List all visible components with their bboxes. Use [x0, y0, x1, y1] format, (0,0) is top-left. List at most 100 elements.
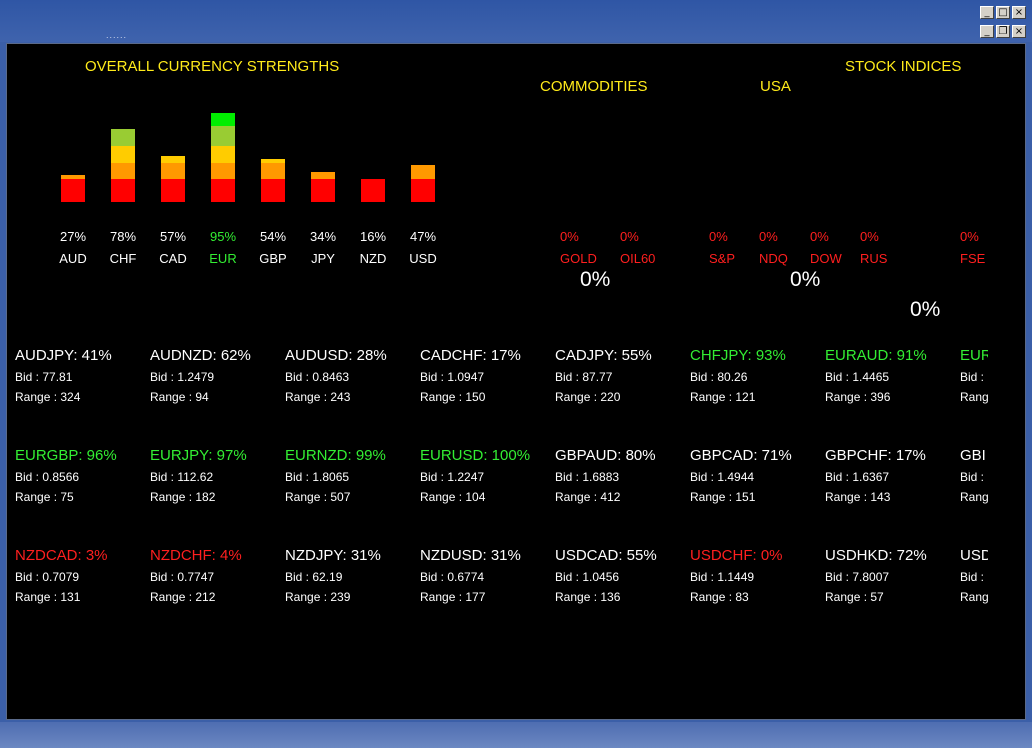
pair-card[interactable]: NZDUSD: 31% Bid : 0.6774 Range : 177	[420, 547, 550, 607]
pair-range: Range : 75	[15, 490, 74, 504]
pair-bid: Bid : 1.1449	[690, 570, 755, 584]
pair-card[interactable]: NZDCHF: 4% Bid : 0.7747 Range : 212	[150, 547, 280, 607]
pair-card[interactable]: GBPCAD: 71% Bid : 1.4944 Range : 151	[690, 447, 820, 507]
pair-range: Range : 83	[690, 590, 749, 604]
usa-header: USA	[760, 78, 791, 95]
pair-name: GBPAUD: 80%	[555, 447, 656, 464]
pair-range: Rang	[960, 390, 988, 404]
pair-name: NZDUSD: 31%	[420, 547, 521, 564]
pair-name: NZDCAD: 3%	[15, 547, 108, 564]
pair-card[interactable]: EURUSD: 100% Bid : 1.2247 Range : 104	[420, 447, 550, 507]
pair-card[interactable]: EURAUD: 91% Bid : 1.4465 Range : 396	[825, 347, 955, 407]
index-name-0[interactable]: GOLD	[560, 251, 597, 266]
pair-range: Range : 121	[690, 390, 756, 404]
bar-segment	[61, 175, 85, 179]
pair-range: Range : 243	[285, 390, 351, 404]
commodities-header: COMMODITIES	[540, 78, 648, 95]
pair-bid: Bid : 7.8007	[825, 570, 890, 584]
pair-bid: Bid : 87.77	[555, 370, 613, 384]
index-name-2[interactable]: S&P	[709, 251, 735, 266]
pct-eur: 95%	[209, 229, 237, 244]
pair-range: Range : 94	[150, 390, 209, 404]
pair-card[interactable]: EURNZD: 99% Bid : 1.8065 Range : 507	[285, 447, 415, 507]
bar-segment	[411, 173, 435, 179]
pair-name: USDHKD: 72%	[825, 547, 927, 564]
currency-usd: USD	[409, 251, 437, 266]
child-minimize-button[interactable]: _	[980, 25, 994, 38]
strengths-header: OVERALL CURRENCY STRENGTHS	[85, 58, 340, 75]
usa-total: 0%	[790, 268, 821, 291]
pair-card[interactable]: USD Bid : Rang	[960, 547, 988, 607]
pair-bid: Bid : 0.8566	[15, 470, 80, 484]
pair-bid: Bid :	[960, 570, 985, 584]
close-button[interactable]: ×	[1012, 6, 1026, 19]
index-name-6[interactable]: FSE	[960, 251, 985, 266]
bar-segment	[311, 173, 335, 179]
pair-card[interactable]: EUR Bid : Rang	[960, 347, 988, 407]
pair-name: GBPCAD: 71%	[690, 447, 792, 464]
pair-bid: Bid : 62.19	[285, 570, 343, 584]
pair-range: Range : 57	[825, 590, 884, 604]
pair-card[interactable]: EURGBP: 96% Bid : 0.8566 Range : 75	[15, 447, 145, 507]
pair-card[interactable]: NZDJPY: 31% Bid : 62.19 Range : 239	[285, 547, 415, 607]
pct-gbp: 54%	[259, 229, 287, 244]
pct-usd: 47%	[409, 229, 437, 244]
pair-card[interactable]: AUDJPY: 41% Bid : 77.81 Range : 324	[15, 347, 145, 407]
bar-segment	[111, 163, 135, 173]
pair-card[interactable]: GBPAUD: 80% Bid : 1.6883 Range : 412	[555, 447, 685, 507]
bar-segment	[161, 156, 185, 163]
pair-card[interactable]: EURJPY: 97% Bid : 112.62 Range : 182	[150, 447, 280, 507]
pair-card[interactable]: USDHKD: 72% Bid : 7.8007 Range : 57	[825, 547, 955, 607]
pair-bid: Bid : 1.4944	[690, 470, 755, 484]
pair-bid: Bid : 0.7079	[15, 570, 80, 584]
child-close-button[interactable]: ×	[1012, 25, 1026, 38]
pair-bid: Bid : 112.62	[150, 470, 214, 484]
stock-indices-header: STOCK INDICES	[845, 58, 962, 75]
pair-name: EURGBP: 96%	[15, 447, 117, 464]
pair-range: Range : 507	[285, 490, 351, 504]
pair-range: Range : 220	[555, 390, 621, 404]
bar-segment	[161, 173, 185, 179]
bar-segment	[361, 179, 385, 202]
index-name-4[interactable]: DOW	[810, 251, 842, 266]
pct-chf: 78%	[109, 229, 137, 244]
pair-card[interactable]: GBPCHF: 17% Bid : 1.6367 Range : 143	[825, 447, 955, 507]
pair-bid: Bid :	[960, 470, 985, 484]
pair-card[interactable]: CADCHF: 17% Bid : 1.0947 Range : 150	[420, 347, 550, 407]
pair-bid: Bid : 0.8463	[285, 370, 350, 384]
pair-name: GBPCHF: 17%	[825, 447, 926, 464]
pair-card[interactable]: CHFJPY: 93% Bid : 80.26 Range : 121	[690, 347, 820, 407]
pair-bid: Bid : 1.0456	[555, 570, 620, 584]
bar-segment	[211, 179, 235, 202]
maximize-button[interactable]: □	[996, 6, 1010, 19]
pair-card[interactable]: AUDUSD: 28% Bid : 0.8463 Range : 243	[285, 347, 415, 407]
bar-segment	[211, 163, 235, 173]
pair-name: GBI	[960, 447, 986, 464]
bar-segment	[211, 126, 235, 146]
pair-range: Range : 239	[285, 590, 351, 604]
pair-name: AUDJPY: 41%	[15, 347, 112, 364]
bar-segment	[161, 163, 185, 173]
pair-card[interactable]: GBI Bid : Rang	[960, 447, 988, 507]
pair-card[interactable]: AUDNZD: 62% Bid : 1.2479 Range : 94	[150, 347, 280, 407]
bar-segment	[211, 173, 235, 179]
pair-name: AUDUSD: 28%	[285, 347, 387, 364]
pair-card[interactable]: USDCHF: 0% Bid : 1.1449 Range : 83	[690, 547, 820, 607]
bar-segment	[261, 159, 285, 163]
pair-range: Range : 182	[150, 490, 216, 504]
index-pct-0: 0%	[560, 229, 579, 244]
pair-card[interactable]: CADJPY: 55% Bid : 87.77 Range : 220	[555, 347, 685, 407]
index-name-1[interactable]: OIL60	[620, 251, 655, 266]
pair-card[interactable]: NZDCAD: 3% Bid : 0.7079 Range : 131	[15, 547, 145, 607]
currency-aud: AUD	[59, 251, 87, 266]
currency-cad: CAD	[159, 251, 187, 266]
minimize-button[interactable]: _	[980, 6, 994, 19]
pair-card[interactable]: USDCAD: 55% Bid : 1.0456 Range : 136	[555, 547, 685, 607]
child-restore-button[interactable]: ❐	[996, 25, 1010, 38]
index-name-3[interactable]: NDQ	[759, 251, 788, 266]
index-pct-3: 0%	[759, 229, 778, 244]
currency-chf: CHF	[109, 251, 137, 266]
index-name-5[interactable]: RUS	[860, 251, 887, 266]
pct-nzd: 16%	[359, 229, 387, 244]
pair-name: EURJPY: 97%	[150, 447, 247, 464]
